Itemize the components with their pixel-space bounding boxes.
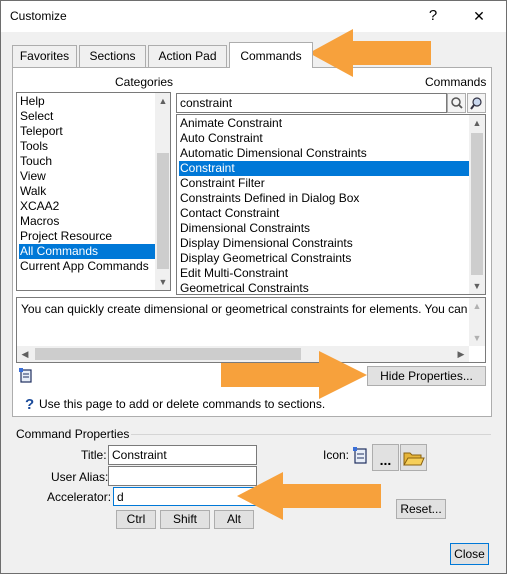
search-options-button[interactable] — [467, 93, 486, 113]
window-title: Customize — [10, 9, 67, 23]
group-divider — [131, 434, 491, 435]
description-vscrollbar[interactable]: ▲ ▼ — [469, 298, 485, 346]
icon-open-folder-button[interactable] — [400, 444, 427, 471]
annotation-arrow-icon — [221, 363, 321, 387]
scroll-thumb[interactable] — [157, 153, 169, 269]
category-item-selected[interactable]: All Commands — [19, 244, 155, 259]
commands-scrollbar[interactable]: ▲ ▼ — [469, 115, 485, 294]
command-search-input[interactable]: constraint — [176, 93, 447, 113]
user-alias-label: User Alias: — [51, 470, 109, 484]
command-item[interactable]: Contact Constraint — [179, 206, 469, 221]
command-item[interactable]: Auto Constraint — [179, 131, 469, 146]
annotation-arrow-head-icon — [319, 351, 367, 399]
command-item[interactable]: Animate Constraint — [179, 116, 469, 131]
annotation-arrow-head-icon — [309, 29, 353, 77]
user-alias-field[interactable] — [108, 466, 257, 486]
hide-properties-button[interactable]: Hide Properties... — [367, 366, 486, 386]
command-item[interactable]: Display Geometrical Constraints — [179, 251, 469, 266]
category-item[interactable]: Project Resource — [19, 229, 155, 244]
command-icon — [19, 368, 32, 383]
category-item[interactable]: Tools — [19, 139, 155, 154]
command-item[interactable]: Constraints Defined in Dialog Box — [179, 191, 469, 206]
categories-list[interactable]: Help Select Teleport Tools Touch View Wa… — [16, 92, 171, 291]
scroll-thumb[interactable] — [35, 348, 301, 360]
icon-browse-button[interactable]: ... — [372, 444, 399, 471]
search-button[interactable] — [447, 93, 466, 113]
accelerator-label: Accelerator: — [47, 490, 112, 504]
commands-list[interactable]: Animate Constraint Auto Constraint Autom… — [176, 114, 486, 295]
tab-sections[interactable]: Sections — [79, 45, 146, 67]
categories-scrollbar[interactable]: ▲ ▼ — [155, 93, 170, 290]
description-box: You can quickly create dimensional or ge… — [16, 297, 486, 363]
command-item[interactable]: Automatic Dimensional Constraints — [179, 146, 469, 161]
title-field[interactable]: Constraint — [108, 445, 257, 465]
scroll-up-icon[interactable]: ▲ — [155, 93, 170, 109]
scroll-down-icon[interactable]: ▼ — [469, 330, 485, 346]
tab-commands[interactable]: Commands — [229, 42, 313, 68]
tab-action-pad[interactable]: Action Pad — [148, 45, 227, 67]
command-item[interactable]: Constraint Filter — [179, 176, 469, 191]
command-item[interactable]: Dimensional Constraints — [179, 221, 469, 236]
command-icon — [353, 447, 367, 464]
title-bar: Customize ? ✕ — [1, 1, 506, 32]
category-item[interactable]: Walk — [19, 184, 155, 199]
category-item[interactable]: XCAA2 — [19, 199, 155, 214]
category-item[interactable]: Macros — [19, 214, 155, 229]
category-item[interactable]: Help — [19, 94, 155, 109]
accelerator-field[interactable]: d — [113, 487, 257, 506]
shift-button[interactable]: Shift — [160, 510, 210, 529]
ctrl-button[interactable]: Ctrl — [116, 510, 156, 529]
scroll-up-icon[interactable]: ▲ — [469, 298, 485, 314]
category-item[interactable]: Select — [19, 109, 155, 124]
command-item[interactable]: Edit Multi-Constraint — [179, 266, 469, 281]
description-hscrollbar[interactable]: ◀ ▶ — [17, 346, 469, 362]
command-item[interactable]: Geometrical Constraints — [179, 281, 469, 294]
scroll-right-icon[interactable]: ▶ — [453, 346, 469, 362]
customize-dialog: Customize ? ✕ Favorites Sections Action … — [0, 0, 507, 574]
scroll-down-icon[interactable]: ▼ — [155, 274, 170, 290]
annotation-arrow-icon — [351, 41, 431, 65]
category-item[interactable]: Touch — [19, 154, 155, 169]
scroll-left-icon[interactable]: ◀ — [17, 346, 33, 362]
category-item[interactable]: Current App Commands — [19, 259, 155, 274]
scroll-down-icon[interactable]: ▼ — [469, 278, 485, 294]
command-item-selected[interactable]: Constraint — [179, 161, 469, 176]
hint-text: Use this page to add or delete commands … — [39, 397, 326, 411]
close-window-button[interactable]: ✕ — [459, 4, 499, 28]
icon-label: Icon: — [323, 448, 350, 462]
tab-favorites[interactable]: Favorites — [12, 45, 77, 67]
scroll-up-icon[interactable]: ▲ — [469, 115, 485, 131]
category-item[interactable]: View — [19, 169, 155, 184]
command-properties-header: Command Properties — [16, 427, 130, 441]
help-button[interactable]: ? — [421, 4, 445, 28]
scroll-thumb[interactable] — [471, 133, 483, 275]
description-text: You can quickly create dimensional or ge… — [21, 302, 468, 316]
category-item[interactable]: Teleport — [19, 124, 155, 139]
commands-header: Commands — [425, 75, 487, 89]
close-button[interactable]: Close — [450, 543, 489, 565]
categories-header: Categories — [115, 75, 174, 89]
search-icon — [451, 97, 463, 109]
magnet-search-icon — [470, 97, 482, 110]
help-question-icon: ? — [25, 396, 35, 413]
reset-button[interactable]: Reset... — [396, 499, 446, 519]
annotation-arrow-head-icon — [237, 472, 283, 520]
title-label: Title: — [81, 448, 107, 462]
annotation-arrow-icon — [281, 484, 381, 508]
open-folder-icon — [403, 452, 425, 466]
command-item[interactable]: Display Dimensional Constraints — [179, 236, 469, 251]
